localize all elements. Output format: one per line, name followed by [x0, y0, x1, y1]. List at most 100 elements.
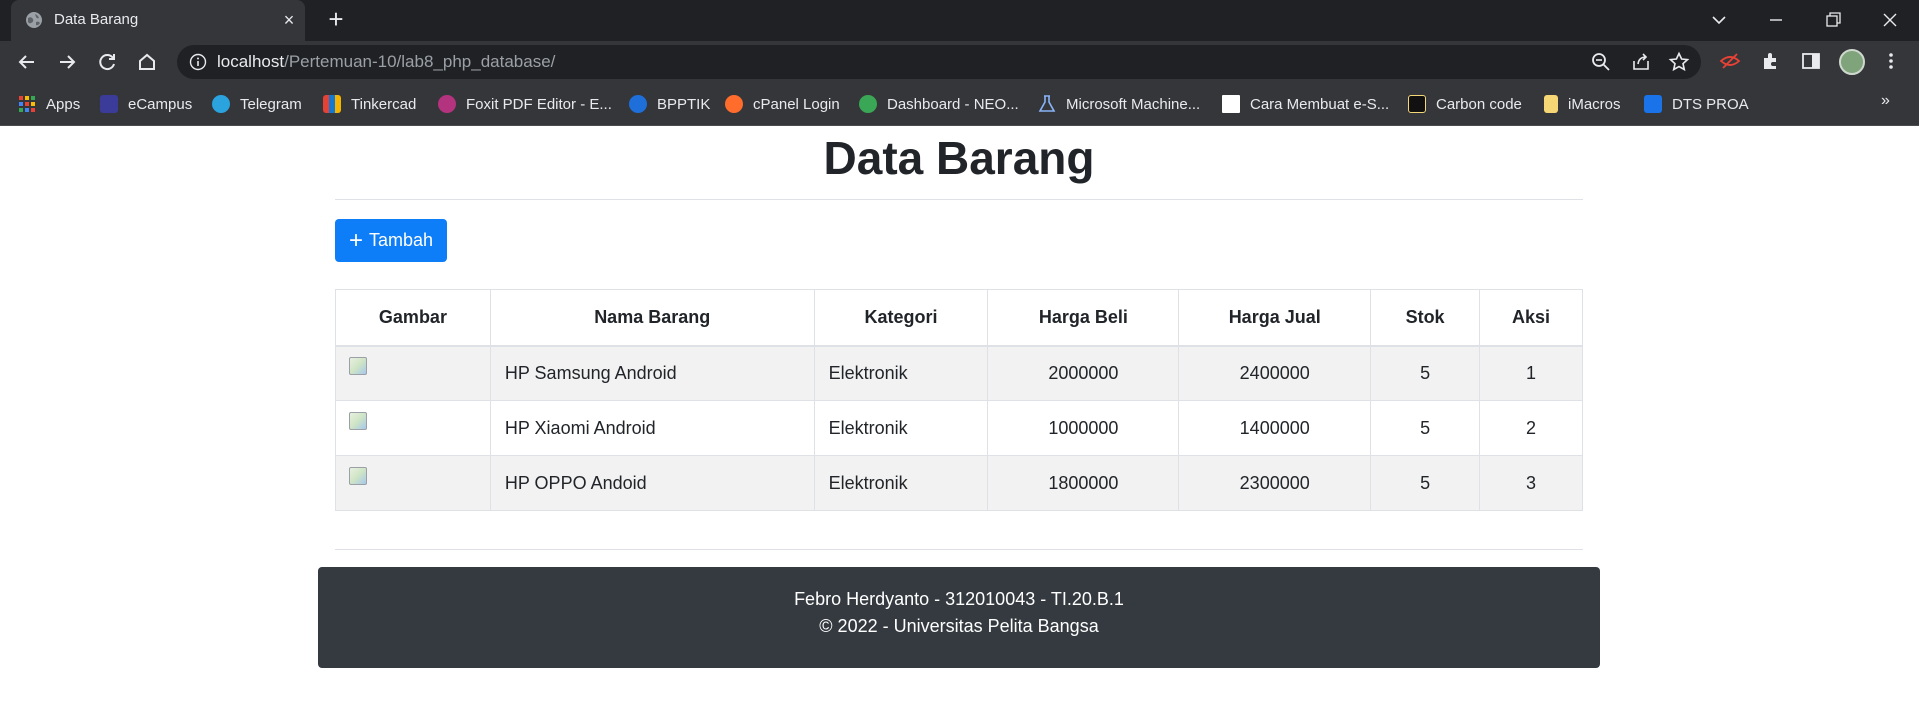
- telegram-icon: [212, 95, 230, 113]
- folder-icon: [1544, 95, 1558, 113]
- home-icon[interactable]: [132, 47, 162, 77]
- bookmarks-overflow-chevron[interactable]: »: [1881, 92, 1890, 110]
- forward-icon[interactable]: [52, 47, 82, 77]
- site-info-icon[interactable]: [189, 53, 207, 71]
- bookmark-label: Foxit PDF Editor - E...: [466, 95, 612, 113]
- cell-kategori: Elektronik: [813, 400, 989, 456]
- bookmark-cara-membuat[interactable]: Cara Membuat e-S...: [1222, 93, 1389, 115]
- cell-aksi: 1: [1479, 345, 1583, 401]
- bookmark-label: Tinkercad: [351, 95, 417, 113]
- cell-harga-jual: 2400000: [1178, 345, 1372, 401]
- bookmark-telegram[interactable]: Telegram: [212, 93, 302, 115]
- cell-stok: 5: [1370, 400, 1481, 456]
- apps-grid-icon: [19, 96, 35, 112]
- document-icon: [1222, 95, 1240, 113]
- bookmarks-bar: Apps eCampus Telegram Tinkercad Foxit PD…: [0, 82, 1919, 126]
- cell-harga-jual: 1400000: [1178, 400, 1372, 456]
- footer-copyright: © 2022 - Universitas Pelita Bangsa: [819, 616, 1099, 636]
- bookmark-label: Telegram: [240, 95, 302, 113]
- extension-eye-off-icon[interactable]: [1719, 50, 1741, 72]
- bookmark-dashboard-neo[interactable]: Dashboard - NEO...: [859, 93, 1019, 115]
- cell-gambar: [335, 455, 491, 511]
- reload-icon[interactable]: [92, 47, 122, 77]
- bookmark-label: Microsoft Machine...: [1066, 95, 1201, 113]
- bookmark-ecampus[interactable]: eCampus: [100, 93, 192, 115]
- column-header-gambar: Gambar: [335, 289, 491, 347]
- bookmark-label: Dashboard - NEO...: [887, 95, 1019, 113]
- table-row: HP OPPO Andoid Elektronik 1800000 230000…: [335, 455, 1583, 511]
- cell-kategori: Elektronik: [813, 455, 989, 511]
- cell-gambar: [335, 345, 491, 401]
- flask-icon: [1038, 95, 1056, 112]
- bookmark-bpptik[interactable]: BPPTIK: [629, 93, 710, 115]
- page-content: Data Barang + Tambah Gambar Nama Barang …: [0, 127, 1919, 707]
- bookmark-label: BPPTIK: [657, 95, 711, 113]
- new-tab-button[interactable]: +: [322, 6, 350, 34]
- bookmark-label: iMacros: [1568, 95, 1621, 113]
- bookmark-tinkercad[interactable]: Tinkercad: [323, 93, 416, 115]
- address-bar[interactable]: localhost/Pertemuan-10/lab8_php_database…: [177, 45, 1701, 79]
- menu-kebab-icon[interactable]: [1880, 50, 1902, 72]
- back-icon[interactable]: [12, 47, 42, 77]
- zoom-icon[interactable]: [1590, 51, 1612, 73]
- cell-stok: 5: [1370, 345, 1481, 401]
- dts-proa-icon: [1644, 95, 1662, 113]
- close-window-icon[interactable]: [1875, 6, 1905, 34]
- tinkercad-icon: [323, 95, 341, 113]
- page-title: Data Barang: [823, 132, 1095, 184]
- cell-harga-beli: 2000000: [987, 345, 1180, 401]
- data-barang-table: Gambar Nama Barang Kategori Harga Beli H…: [335, 289, 1583, 511]
- divider: [335, 549, 1583, 550]
- url-path: /Pertemuan-10/lab8_php_database/: [284, 52, 556, 71]
- cell-gambar: [335, 400, 491, 456]
- tab-close-icon[interactable]: ×: [279, 10, 299, 30]
- table-header-row: Gambar Nama Barang Kategori Harga Beli H…: [335, 289, 1583, 347]
- ecampus-icon: [100, 95, 118, 113]
- bookmark-foxit[interactable]: Foxit PDF Editor - E...: [438, 93, 612, 115]
- cell-nama-barang: HP Samsung Android: [489, 345, 815, 401]
- column-header-aksi: Aksi: [1479, 289, 1583, 347]
- extensions-puzzle-icon[interactable]: [1760, 50, 1782, 72]
- cpanel-icon: [725, 95, 743, 113]
- share-icon[interactable]: [1630, 51, 1652, 73]
- side-panel-icon[interactable]: [1800, 50, 1822, 72]
- broken-image-icon: [349, 411, 367, 430]
- bookmark-label: Apps: [46, 95, 81, 113]
- url-host: localhost: [217, 52, 285, 71]
- bookmark-label: Carbon code: [1436, 95, 1522, 113]
- cell-stok: 5: [1370, 455, 1481, 511]
- tab-search-chevron-icon[interactable]: [1704, 6, 1734, 34]
- bookmark-label: eCampus: [128, 95, 193, 113]
- foxit-icon: [438, 95, 456, 113]
- cell-harga-beli: 1000000: [987, 400, 1180, 456]
- cell-harga-jual: 2300000: [1178, 455, 1372, 511]
- globe-icon: [26, 12, 42, 28]
- cell-nama-barang: HP Xiaomi Android: [489, 400, 815, 456]
- cell-aksi: 2: [1479, 400, 1583, 456]
- browser-tab[interactable]: Data Barang ×: [11, 0, 305, 41]
- bookmark-imacros[interactable]: iMacros: [1544, 93, 1621, 115]
- tab-title: Data Barang: [54, 11, 139, 28]
- add-item-button[interactable]: + Tambah: [335, 219, 447, 262]
- column-header-stok: Stok: [1370, 289, 1481, 347]
- bookmark-apps[interactable]: Apps: [18, 93, 80, 115]
- bookmark-label: Cara Membuat e-S...: [1250, 95, 1390, 113]
- bookmark-carbon-code[interactable]: Carbon code: [1408, 93, 1522, 115]
- bookmark-dts-proa[interactable]: DTS PROA: [1644, 93, 1749, 115]
- cell-kategori: Elektronik: [813, 345, 989, 401]
- divider: [335, 199, 1583, 200]
- broken-image-icon: [349, 357, 367, 375]
- bookmark-microsoft-machine[interactable]: Microsoft Machine...: [1038, 93, 1200, 115]
- restore-icon[interactable]: [1818, 6, 1848, 34]
- profile-avatar[interactable]: [1839, 49, 1865, 75]
- table-row: HP Xiaomi Android Elektronik 1000000 140…: [335, 400, 1583, 456]
- minimize-icon[interactable]: [1761, 6, 1791, 34]
- page-footer: Febro Herdyanto - 312010043 - TI.20.B.1 …: [318, 567, 1600, 668]
- column-header-nama-barang: Nama Barang: [489, 289, 815, 347]
- bookmark-cpanel[interactable]: cPanel Login: [725, 93, 840, 115]
- bookmark-star-icon[interactable]: [1668, 51, 1690, 73]
- add-item-label: Tambah: [368, 230, 434, 250]
- carbon-icon: [1408, 95, 1426, 113]
- cell-nama-barang: HP OPPO Andoid: [489, 455, 815, 511]
- column-header-kategori: Kategori: [813, 289, 989, 347]
